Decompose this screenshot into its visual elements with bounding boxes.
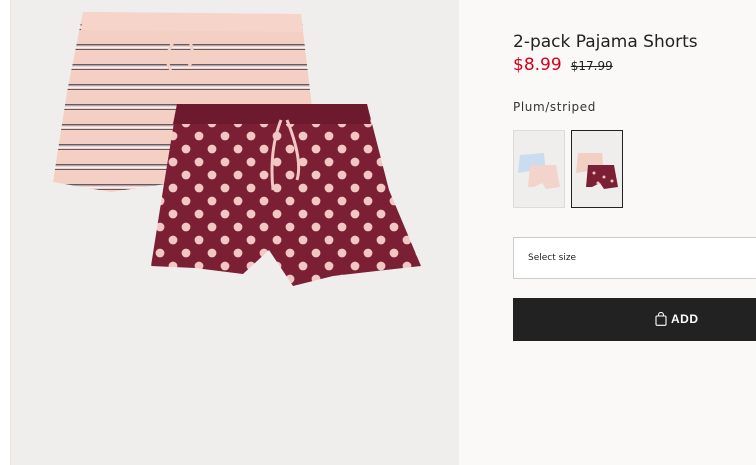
add-button-label: ADD bbox=[671, 312, 699, 326]
shopping-bag-icon bbox=[655, 312, 667, 326]
left-edge-strip bbox=[0, 0, 11, 465]
color-swatch-light-blue[interactable] bbox=[513, 130, 565, 208]
product-image bbox=[11, 0, 459, 465]
sale-price: $8.99 bbox=[513, 55, 562, 75]
price-row: $8.99 $17.99 bbox=[513, 55, 613, 75]
add-to-bag-button[interactable]: ADD bbox=[513, 298, 756, 341]
selected-color-name: Plum/striped bbox=[513, 100, 596, 114]
size-select[interactable]: Select size bbox=[513, 237, 756, 279]
color-swatch-plum-striped[interactable] bbox=[571, 130, 623, 208]
swatch-thumbnail bbox=[572, 131, 622, 207]
product-info-panel: 2-pack Pajama Shorts $8.99 $17.99 Plum/s… bbox=[513, 0, 756, 465]
original-price: $17.99 bbox=[570, 59, 613, 73]
swatch-thumbnail bbox=[514, 131, 564, 207]
add-button-content: ADD bbox=[655, 312, 699, 326]
pajama-shorts-illustration bbox=[53, 12, 421, 286]
product-title: 2-pack Pajama Shorts bbox=[513, 32, 698, 52]
size-select-placeholder: Select size bbox=[528, 253, 577, 263]
